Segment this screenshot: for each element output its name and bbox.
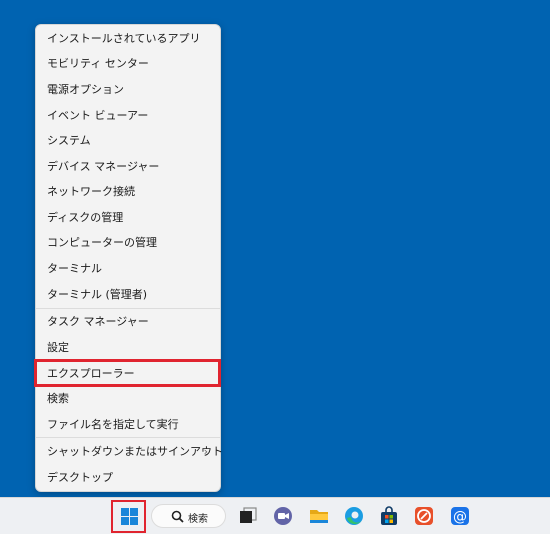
start-button[interactable]	[111, 500, 146, 533]
menu-item-terminal-admin[interactable]: ターミナル (管理者)	[36, 282, 220, 307]
chevron-right-icon: ›	[203, 445, 208, 458]
search-label: 検索	[188, 514, 208, 525]
menu-item-power-options[interactable]: 電源オプション	[36, 77, 220, 102]
menu-item-system[interactable]: システム	[36, 128, 220, 153]
menu-item-network-connections[interactable]: ネットワーク接続	[36, 179, 220, 204]
menu-item-task-manager[interactable]: タスク マネージャー	[36, 309, 220, 334]
app-icon[interactable]	[413, 505, 435, 527]
power-user-menu: インストールされているアプリ モビリティ センター 電源オプション イベント ビ…	[35, 24, 223, 492]
menu-item-search[interactable]: 検索	[36, 386, 220, 411]
file-explorer-icon[interactable]	[308, 505, 330, 527]
windows-logo-icon	[121, 508, 138, 525]
teams-chat-icon[interactable]	[272, 505, 294, 527]
menu-item-settings[interactable]: 設定	[36, 335, 220, 360]
menu-item-event-viewer[interactable]: イベント ビューアー	[36, 103, 220, 128]
menu-item-installed-apps[interactable]: インストールされているアプリ	[36, 26, 220, 51]
search-icon	[171, 510, 184, 523]
task-view-icon[interactable]	[237, 505, 259, 527]
menu-item-desktop[interactable]: デスクトップ	[36, 465, 220, 490]
menu-item-device-manager[interactable]: デバイス マネージャー	[36, 154, 220, 179]
menu-separator	[36, 437, 220, 438]
microsoft-store-icon[interactable]	[378, 505, 400, 527]
menu-item-computer-management[interactable]: コンピューターの管理	[36, 230, 220, 255]
menu-item-shutdown-signout[interactable]: シャットダウンまたはサインアウト ›	[36, 439, 223, 464]
menu-item-label: シャットダウンまたはサインアウト	[47, 445, 223, 458]
taskbar-search-box[interactable]: 検索	[151, 504, 226, 528]
edge-icon[interactable]	[343, 505, 365, 527]
mail-icon[interactable]: @	[449, 505, 471, 527]
menu-item-terminal[interactable]: ターミナル	[36, 256, 220, 281]
menu-item-mobility-center[interactable]: モビリティ センター	[36, 51, 220, 76]
menu-item-run[interactable]: ファイル名を指定して実行	[36, 412, 220, 437]
highlight-box	[34, 359, 221, 387]
svg-text:@: @	[453, 509, 467, 525]
menu-item-disk-management[interactable]: ディスクの管理	[36, 205, 220, 230]
